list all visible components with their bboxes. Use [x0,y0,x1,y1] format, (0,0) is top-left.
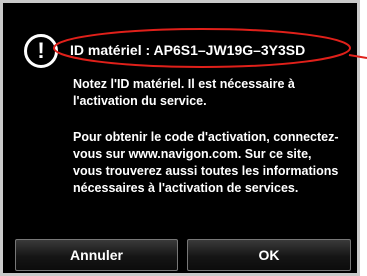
highlight-pointer-line [348,54,367,59]
highlight-ellipse [53,28,351,68]
highlight-annotation [53,28,367,68]
